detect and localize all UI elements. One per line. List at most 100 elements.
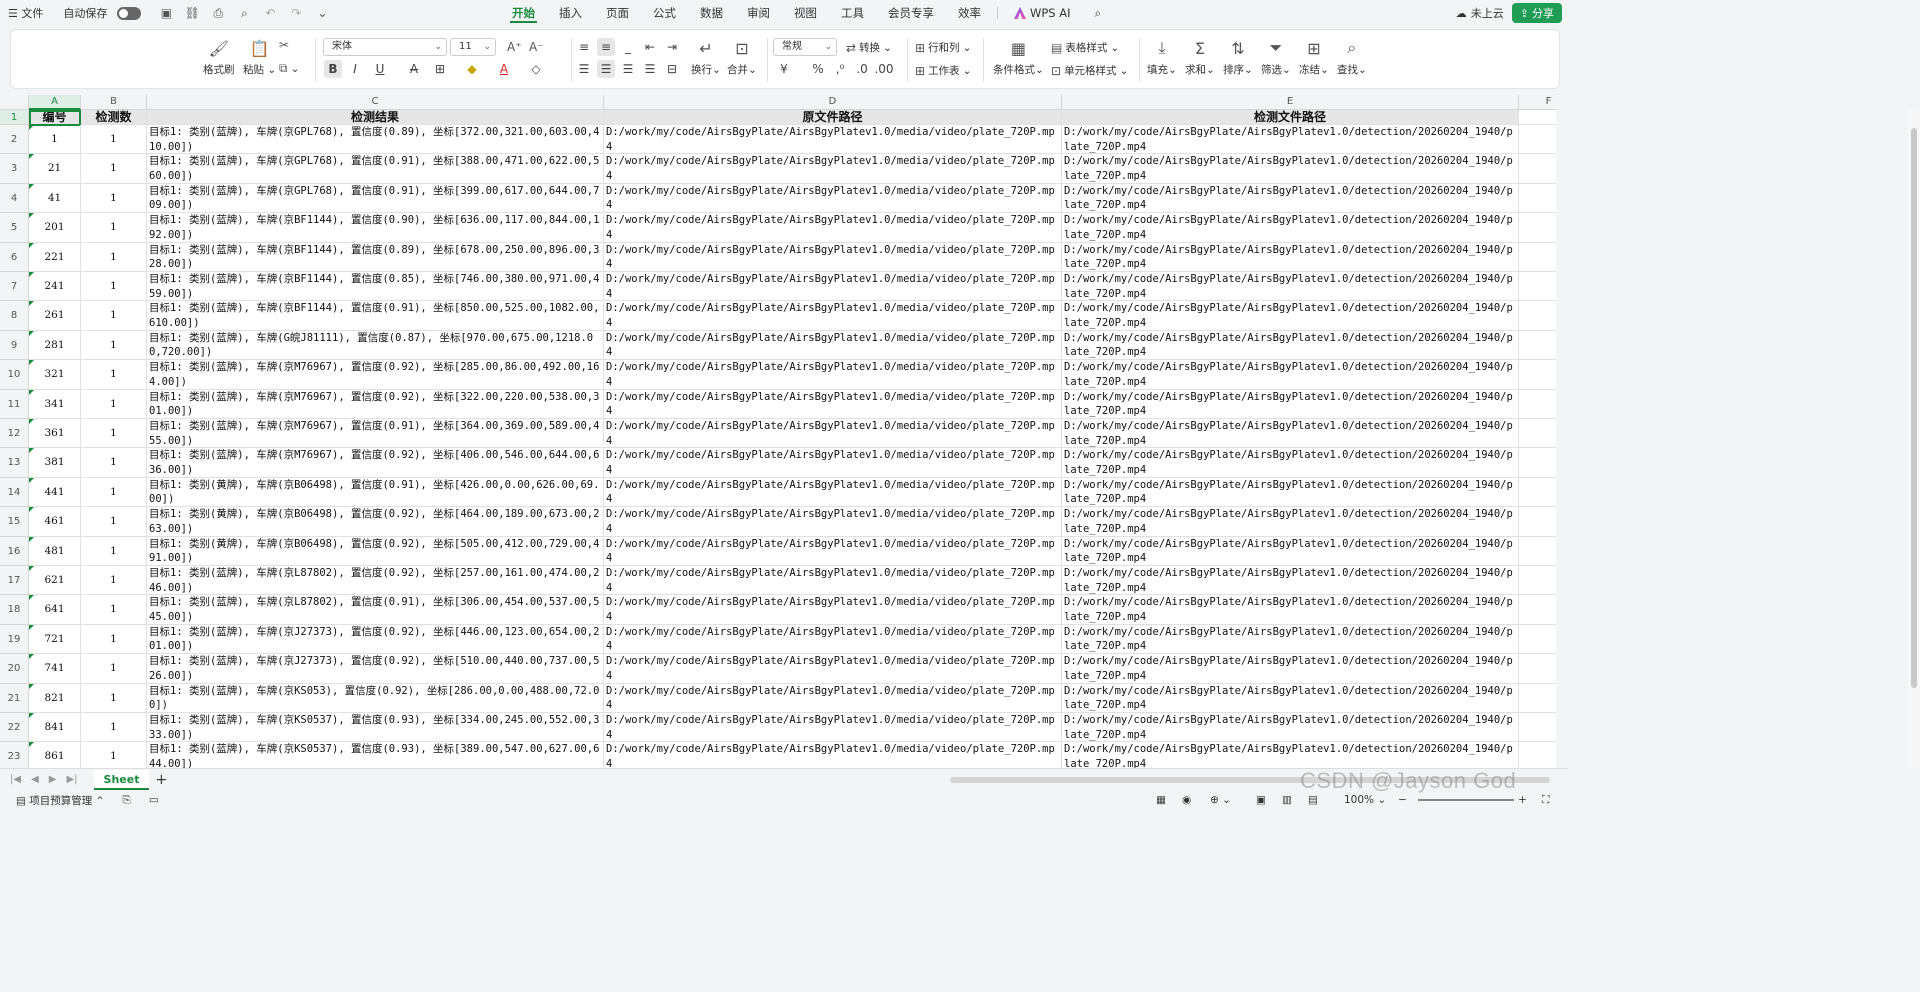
row-header[interactable]: 11 [0, 389, 29, 419]
freeze-button[interactable]: ⊞ 冻结⌄ [1299, 38, 1329, 77]
thousands-icon[interactable]: ,⁰ [831, 60, 849, 78]
row-header[interactable]: 10 [0, 360, 29, 390]
table-cell-src[interactable]: D:/work/my/code/AirsBgyPlate/AirsBgyPlat… [604, 360, 1062, 390]
clear-format-icon[interactable]: ◇ [527, 60, 545, 78]
table-cell-count[interactable]: 1 [81, 448, 147, 478]
last-sheet-icon[interactable]: ▶| [66, 774, 77, 785]
table-cell-det[interactable]: D:/work/my/code/AirsBgyPlate/AirsBgyPlat… [1062, 183, 1519, 214]
fullscreen-icon[interactable]: ⛶ [1542, 794, 1549, 807]
table-cell-det[interactable]: D:/work/my/code/AirsBgyPlate/AirsBgyPlat… [1062, 654, 1519, 684]
border-icon[interactable]: ⊞ [431, 60, 449, 78]
table-cell-det[interactable]: D:/work/my/code/AirsBgyPlate/AirsBgyPlat… [1062, 360, 1519, 390]
font-name-select[interactable]: 宋体 ⌄ [323, 38, 447, 56]
table-cell-src[interactable]: D:/work/my/code/AirsBgyPlate/AirsBgyPlat… [604, 536, 1062, 566]
table-cell-det[interactable]: D:/work/my/code/AirsBgyPlate/AirsBgyPlat… [1062, 595, 1519, 625]
tab-tools[interactable]: 工具 [829, 0, 876, 26]
sum-button[interactable]: Σ 求和⌄ [1185, 38, 1215, 77]
zoom-in-icon[interactable]: + [1518, 794, 1527, 806]
scrollbar-thumb[interactable] [1911, 128, 1917, 688]
page-break-icon[interactable]: ▤ [1308, 794, 1318, 806]
number-format-select[interactable]: 常规 ⌄ [773, 38, 837, 56]
table-cell-count[interactable]: 1 [81, 507, 147, 537]
table-cell-count[interactable]: 1 [81, 713, 147, 743]
row-header[interactable]: 20 [0, 654, 29, 684]
table-cell-id[interactable]: 321 [29, 360, 81, 390]
tab-member[interactable]: 会员专享 [876, 0, 946, 26]
merge-button[interactable]: ⊡ 合并⌄ [727, 38, 757, 77]
table-cell-det[interactable]: D:/work/my/code/AirsBgyPlate/AirsBgyPlat… [1062, 154, 1519, 184]
align-middle-icon[interactable]: ≡ [597, 38, 615, 56]
column-header-f[interactable]: F [1519, 95, 1556, 110]
empty-cell[interactable] [1519, 184, 1556, 214]
table-cell-result[interactable]: 目标1: 类别(蓝牌), 车牌(京GPL768), 置信度(0.89), 坐标[… [147, 125, 604, 155]
table-cell-id[interactable]: 481 [29, 536, 81, 566]
empty-cell[interactable] [1519, 125, 1556, 155]
table-cell-id[interactable]: 341 [29, 389, 81, 419]
table-cell-count[interactable]: 1 [81, 624, 147, 655]
table-cell-result[interactable]: 目标1: 类别(蓝牌), 车牌(京M76967), 置信度(0.92), 坐标[… [147, 389, 604, 419]
table-cell-src[interactable]: D:/work/my/code/AirsBgyPlate/AirsBgyPlat… [604, 183, 1062, 214]
zoom-out-icon[interactable]: − [1398, 794, 1407, 806]
table-cell-src[interactable]: D:/work/my/code/AirsBgyPlate/AirsBgyPlat… [604, 272, 1062, 302]
table-cell-src[interactable]: D:/work/my/code/AirsBgyPlate/AirsBgyPlat… [604, 389, 1062, 419]
table-cell-src[interactable]: D:/work/my/code/AirsBgyPlate/AirsBgyPlat… [604, 742, 1062, 768]
format-painter-button[interactable]: 🖌 格式刷 [203, 38, 235, 77]
table-cell-count[interactable]: 1 [81, 360, 147, 390]
zoom-level[interactable]: 100% ⌄ [1344, 794, 1386, 806]
table-cell-count[interactable]: 1 [81, 389, 147, 419]
table-cell-det[interactable]: D:/work/my/code/AirsBgyPlate/AirsBgyPlat… [1062, 624, 1519, 655]
table-cell-det[interactable]: D:/work/my/code/AirsBgyPlate/AirsBgyPlat… [1062, 683, 1519, 713]
table-cell-id[interactable]: 21 [29, 154, 81, 184]
table-cell-src[interactable]: D:/work/my/code/AirsBgyPlate/AirsBgyPlat… [604, 242, 1062, 272]
empty-cell[interactable] [1519, 478, 1556, 508]
row-header[interactable]: 21 [0, 683, 29, 713]
tab-wps-ai[interactable]: WPS AI [1002, 0, 1083, 26]
column-header-d[interactable]: D [604, 95, 1062, 110]
find-button[interactable]: ⌕ 查找⌄ [1337, 38, 1367, 77]
table-cell-src[interactable]: D:/work/my/code/AirsBgyPlate/AirsBgyPlat… [604, 595, 1062, 625]
redo-icon[interactable]: ↷ [289, 6, 303, 20]
font-size-select[interactable]: 11 ⌄ [450, 38, 496, 56]
empty-cell[interactable] [1519, 537, 1556, 566]
table-cell-det[interactable]: D:/work/my/code/AirsBgyPlate/AirsBgyPlat… [1062, 536, 1519, 566]
row-header[interactable]: 3 [0, 154, 29, 184]
table-cell-count[interactable]: 1 [81, 301, 147, 331]
row-header[interactable]: 17 [0, 566, 29, 596]
row-header[interactable]: 5 [0, 213, 29, 243]
table-cell-src[interactable]: D:/work/my/code/AirsBgyPlate/AirsBgyPlat… [604, 566, 1062, 596]
table-cell-id[interactable]: 721 [29, 624, 81, 655]
table-cell-count[interactable]: 1 [81, 183, 147, 214]
row-header-1[interactable]: 1 [0, 110, 29, 125]
row-header[interactable]: 8 [0, 301, 29, 331]
empty-cell[interactable] [1519, 713, 1556, 743]
distribute-icon[interactable]: ⊟ [663, 60, 681, 78]
select-all-corner[interactable] [0, 95, 29, 110]
layout-toggle-icon[interactable]: ⊕ ⌄ [1210, 794, 1231, 806]
table-cell-id[interactable]: 621 [29, 566, 81, 596]
tab-review[interactable]: 审阅 [735, 0, 782, 26]
table-cell-det[interactable]: D:/work/my/code/AirsBgyPlate/AirsBgyPlat… [1062, 330, 1519, 361]
table-cell-id[interactable]: 461 [29, 507, 81, 537]
align-top-icon[interactable]: ≡ [575, 38, 593, 56]
align-left-icon[interactable]: ☰ [575, 60, 593, 78]
print-icon[interactable]: ⎙ [211, 6, 225, 20]
row-header[interactable]: 14 [0, 477, 29, 508]
table-cell-src[interactable]: D:/work/my/code/AirsBgyPlate/AirsBgyPlat… [604, 301, 1062, 331]
table-cell-det[interactable]: D:/work/my/code/AirsBgyPlate/AirsBgyPlat… [1062, 301, 1519, 331]
wrap-text-button[interactable]: ↵ 换行⌄ [691, 38, 721, 77]
tab-view[interactable]: 视图 [782, 0, 829, 26]
spreadsheet-grid[interactable]: A B C D E F 1 编号 检测数 检测结果 原文件路径 检测文件路径 2 1 1 目标1: 类别(蓝牌… [0, 95, 1556, 768]
strikethrough-icon[interactable]: A [405, 60, 423, 78]
zoom-slider[interactable] [1418, 799, 1514, 801]
table-cell-result[interactable]: 目标1: 类别(蓝牌), 车牌(京BF1144), 置信度(0.91), 坐标[… [147, 301, 604, 331]
row-header[interactable]: 7 [0, 272, 29, 302]
table-cell-id[interactable]: 741 [29, 654, 81, 684]
tab-page[interactable]: 页面 [594, 0, 641, 26]
prev-sheet-icon[interactable]: ◀ [31, 774, 39, 785]
empty-cell[interactable] [1519, 272, 1556, 302]
cut-icon[interactable]: ✂ [279, 38, 289, 52]
table-cell-src[interactable]: D:/work/my/code/AirsBgyPlate/AirsBgyPlat… [604, 448, 1062, 478]
paste-button[interactable]: 📋 粘贴 ⌄ [243, 38, 276, 77]
table-cell-result[interactable]: 目标1: 类别(蓝牌), 车牌(京J27373), 置信度(0.92), 坐标[… [147, 654, 604, 684]
row-header[interactable]: 18 [0, 595, 29, 625]
